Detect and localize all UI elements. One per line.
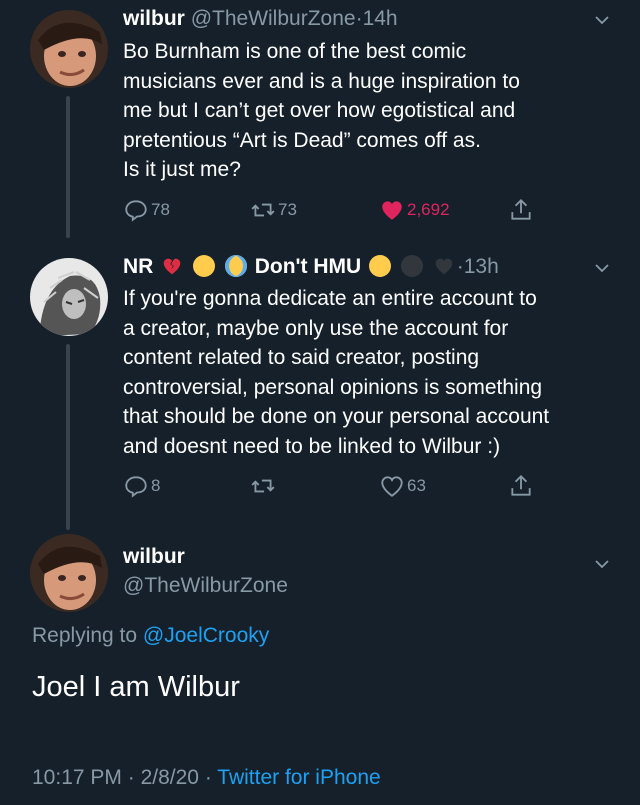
retweet-icon xyxy=(251,479,275,493)
dot-separator: · xyxy=(204,766,212,789)
broken-heart-emoji xyxy=(161,255,183,277)
dot-separator: · xyxy=(456,255,464,278)
like-count: 2,692 xyxy=(407,200,450,219)
black-heart-emoji xyxy=(433,255,455,277)
avatar-nr[interactable] xyxy=(30,258,108,336)
share-button[interactable] xyxy=(508,197,536,223)
timestamp[interactable]: 14h xyxy=(363,7,398,30)
reply-count: 8 xyxy=(151,476,161,495)
tweet-header: wilbur @TheWilburZone·14h xyxy=(123,6,398,32)
tweet-source[interactable]: Twitter for iPhone xyxy=(217,766,380,789)
reply-button[interactable]: 8 xyxy=(123,473,160,499)
tweet-text: Joel I am Wilbur xyxy=(32,671,240,703)
dot-separator: · xyxy=(127,766,135,789)
display-name[interactable]: wilbur xyxy=(123,544,185,570)
thread-line xyxy=(66,344,70,530)
like-button[interactable]: 63 xyxy=(379,473,426,499)
display-name[interactable]: wilbur xyxy=(123,7,185,30)
like-count: 63 xyxy=(407,476,426,495)
tweet-header: NR Don't HMU ·13h xyxy=(123,254,499,280)
replying-to-label: Replying to xyxy=(32,624,143,647)
share-icon xyxy=(511,474,531,496)
retweet-count: 73 xyxy=(278,200,297,219)
heart-icon xyxy=(381,476,403,497)
avatar-wilbur[interactable] xyxy=(30,534,108,612)
crying-face-emoji xyxy=(224,255,247,277)
heart-filled-icon xyxy=(382,201,402,220)
share-button[interactable] xyxy=(508,473,536,499)
smirk-face-emoji xyxy=(193,255,216,277)
raised-eyebrow-face-emoji xyxy=(369,255,392,277)
reply-icon xyxy=(125,200,147,222)
display-name-part1[interactable]: NR xyxy=(123,255,153,278)
reply-count: 78 xyxy=(151,200,170,219)
retweet-button[interactable]: 73 xyxy=(250,197,297,223)
replying-to: Replying to @JoelCrooky xyxy=(32,624,269,648)
dot-separator: · xyxy=(355,7,363,30)
timestamp[interactable]: 13h xyxy=(464,255,499,278)
tweet-wilbur-focused[interactable]: wilbur @TheWilburZone Replying to @JoelC… xyxy=(0,530,640,805)
display-name-part2[interactable]: Don't HMU xyxy=(255,255,361,278)
tweet-meta: 10:17 PM · 2/8/20 · Twitter for iPhone xyxy=(32,766,381,790)
handle[interactable]: @TheWilburZone xyxy=(123,573,288,599)
action-bar: 78 73 2,692 xyxy=(123,197,543,225)
avatar-wilbur[interactable] xyxy=(30,10,108,88)
bomb-emoji xyxy=(400,255,423,277)
action-bar: 8 63 xyxy=(123,473,543,501)
replying-to-handle[interactable]: @JoelCrooky xyxy=(143,624,269,647)
chevron-down-icon[interactable] xyxy=(594,12,610,28)
tweet-text: If you're gonna dedicate an entire accou… xyxy=(123,287,550,458)
reply-icon xyxy=(125,476,147,498)
handle[interactable]: @TheWilburZone xyxy=(191,7,356,30)
like-button[interactable]: 2,692 xyxy=(379,197,450,223)
chevron-down-icon[interactable] xyxy=(594,556,610,572)
chevron-down-icon[interactable] xyxy=(594,260,610,276)
share-icon xyxy=(511,198,531,220)
reply-button[interactable]: 78 xyxy=(123,197,170,223)
tweet-time: 10:17 PM xyxy=(32,766,122,789)
tweet-nr-reply[interactable]: NR Don't HMU ·13h If you're gonna dedica… xyxy=(0,240,640,530)
thread-line xyxy=(66,96,70,238)
tweet-wilbur-question[interactable]: wilbur @TheWilburZone·14h Bo Burnham is … xyxy=(0,0,640,240)
retweet-button[interactable] xyxy=(250,473,278,499)
tweet-text: Bo Burnham is one of the best comic musi… xyxy=(123,40,520,181)
retweet-icon xyxy=(251,203,275,217)
tweet-date: 2/8/20 xyxy=(140,766,199,789)
